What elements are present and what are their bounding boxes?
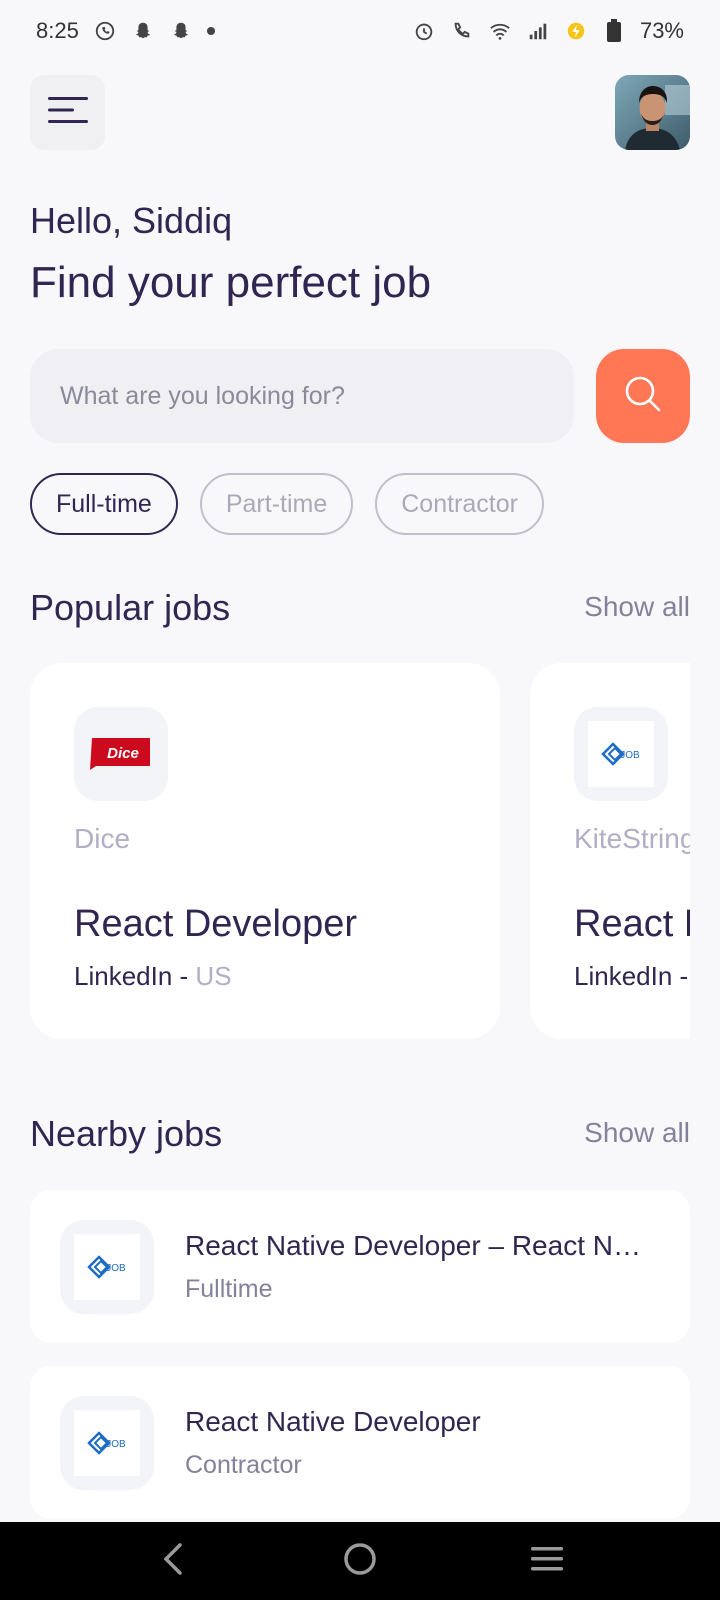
separator: - <box>679 961 689 991</box>
job-title: React Developer <box>574 903 690 945</box>
popular-jobs-carousel[interactable]: Dice Dice React Developer LinkedIn - US … <box>30 663 690 1039</box>
company-logo: JOB <box>60 1220 154 1314</box>
svg-text:JOB: JOB <box>106 1263 126 1274</box>
popular-job-card[interactable]: Dice Dice React Developer LinkedIn - US <box>30 663 500 1039</box>
job-publisher-line: LinkedIn - US <box>574 961 690 992</box>
job-logo-icon: JOB <box>588 721 654 787</box>
popular-show-all-link[interactable]: Show all <box>584 591 690 623</box>
greeting: Hello, Siddiq <box>30 200 233 241</box>
job-type: Contractor <box>185 1451 302 1479</box>
job-title: React Native Developer <box>185 1406 481 1437</box>
job-publisher-line: LinkedIn - US <box>74 961 232 992</box>
company-name: Dice <box>74 823 131 854</box>
company-logo: Dice <box>74 707 168 801</box>
separator: - <box>172 961 196 991</box>
job-title: React Developer <box>74 903 358 945</box>
job-publisher: LinkedIn <box>74 961 173 991</box>
job-location: US <box>195 961 232 991</box>
recents-icon <box>529 1544 565 1579</box>
search-input[interactable] <box>60 381 544 411</box>
company-logo: JOB <box>60 1396 154 1490</box>
tab-full-time[interactable]: Full-time <box>30 473 178 535</box>
nearby-job-card[interactable]: JOB React Native Developer Contractor <box>30 1366 690 1519</box>
tab-part-time[interactable]: Part-time <box>199 473 354 535</box>
job-type-tabs: Full-time Part-time Contractor <box>30 473 544 535</box>
home-icon <box>342 1541 378 1582</box>
dice-logo-icon: Dice <box>90 738 150 770</box>
alarm-icon <box>412 19 436 43</box>
company-name: KiteString <box>574 823 690 854</box>
search-button[interactable] <box>596 349 690 443</box>
job-logo-icon: JOB <box>74 1234 140 1300</box>
menu-button[interactable] <box>30 75 105 150</box>
recents-button[interactable] <box>517 1531 577 1591</box>
home-button[interactable] <box>330 1531 390 1591</box>
job-type: Fulltime <box>185 1275 273 1303</box>
nearby-show-all-link[interactable]: Show all <box>584 1117 690 1149</box>
page-title: Find your perfect job <box>30 258 432 307</box>
battery-icon <box>602 19 626 43</box>
signal-icon <box>526 19 550 43</box>
search-box[interactable] <box>30 349 574 443</box>
nearby-job-card[interactable]: JOB React Native Developer – React Nativ… <box>30 1190 690 1343</box>
search-icon <box>623 374 663 419</box>
snapchat-icon <box>169 19 193 43</box>
company-logo: JOB <box>574 707 668 801</box>
back-button[interactable] <box>143 1531 203 1591</box>
power-saving-icon <box>564 19 588 43</box>
wifi-call-icon <box>450 19 474 43</box>
snapchat-icon <box>131 19 155 43</box>
job-title: React Native Developer – React Native De… <box>185 1230 645 1261</box>
tab-contractor[interactable]: Contractor <box>375 473 544 535</box>
status-right: 73% <box>412 18 684 44</box>
svg-text:Dice: Dice <box>107 745 139 762</box>
wifi-icon <box>488 19 512 43</box>
nearby-jobs-title: Nearby jobs <box>30 1113 223 1154</box>
system-navigation-bar <box>0 1522 720 1600</box>
menu-icon <box>46 95 90 130</box>
svg-text:JOB: JOB <box>620 750 640 761</box>
popular-job-card[interactable]: JOB KiteString React Developer LinkedIn … <box>530 663 690 1039</box>
back-icon <box>158 1542 188 1581</box>
notification-dot-icon <box>206 27 215 35</box>
status-left: 8:25 <box>36 18 215 44</box>
status-time: 8:25 <box>36 18 79 43</box>
battery-percent: 73% <box>639 18 684 43</box>
avatar[interactable] <box>615 75 690 150</box>
popular-jobs-title: Popular jobs <box>30 587 231 628</box>
status-bar: 8:25 73% <box>0 0 720 62</box>
svg-text:JOB: JOB <box>106 1439 126 1450</box>
job-logo-icon: JOB <box>74 1410 140 1476</box>
whatsapp-icon <box>93 19 117 43</box>
job-publisher: LinkedIn <box>574 961 673 991</box>
